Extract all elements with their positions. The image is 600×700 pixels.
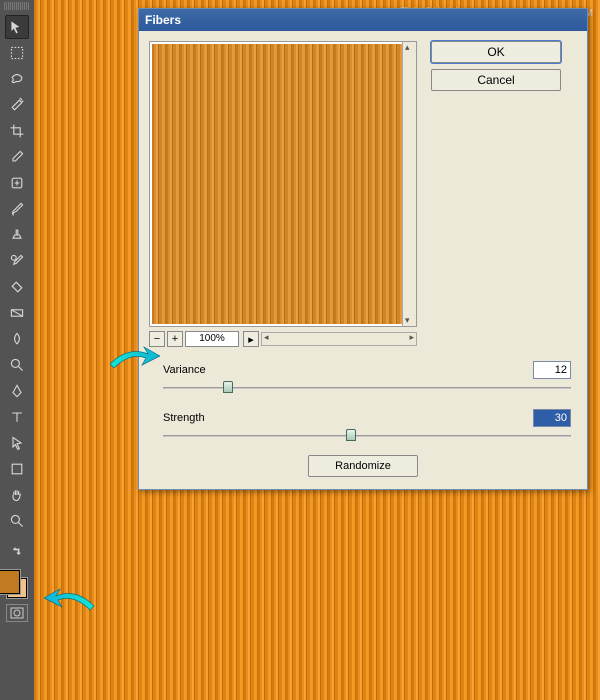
history-brush-tool[interactable] bbox=[5, 249, 29, 273]
gradient-tool[interactable] bbox=[5, 301, 29, 325]
dialog-title: Fibers bbox=[145, 13, 181, 27]
magic-wand-tool[interactable] bbox=[5, 93, 29, 117]
panel-grip[interactable] bbox=[4, 2, 30, 10]
hand-tool[interactable] bbox=[5, 483, 29, 507]
quick-mask-toggle[interactable] bbox=[6, 604, 28, 622]
spot-heal-tool[interactable] bbox=[5, 171, 29, 195]
preview-v-scrollbar[interactable] bbox=[402, 42, 416, 326]
zoom-in-button[interactable]: + bbox=[167, 331, 183, 347]
fg-bg-swap-icon[interactable] bbox=[5, 539, 29, 563]
eyedropper-tool[interactable] bbox=[5, 145, 29, 169]
zoom-out-button[interactable]: − bbox=[149, 331, 165, 347]
variance-label: Variance bbox=[163, 364, 533, 376]
move-tool[interactable] bbox=[5, 15, 29, 39]
zoom-value[interactable]: 100% bbox=[185, 331, 239, 347]
type-tool[interactable] bbox=[5, 405, 29, 429]
blur-tool[interactable] bbox=[5, 327, 29, 351]
strength-slider[interactable] bbox=[163, 429, 571, 443]
marquee-tool[interactable] bbox=[5, 41, 29, 65]
shape-tool[interactable] bbox=[5, 457, 29, 481]
cancel-button[interactable]: Cancel bbox=[431, 69, 561, 91]
strength-thumb[interactable] bbox=[346, 429, 356, 441]
fibers-dialog: Fibers − + 100% ▸ OK Cancel bbox=[138, 8, 588, 490]
preview-texture bbox=[152, 44, 402, 324]
strength-label: Strength bbox=[163, 412, 533, 424]
dodge-tool[interactable] bbox=[5, 353, 29, 377]
zoom-menu-button[interactable]: ▸ bbox=[243, 331, 259, 347]
path-select-tool[interactable] bbox=[5, 431, 29, 455]
variance-slider[interactable] bbox=[163, 381, 571, 395]
foreground-color-swatch[interactable] bbox=[0, 570, 20, 594]
preview-h-scrollbar[interactable] bbox=[261, 332, 417, 346]
randomize-button[interactable]: Randomize bbox=[308, 455, 418, 477]
ok-button[interactable]: OK bbox=[431, 41, 561, 63]
dialog-preview[interactable] bbox=[149, 41, 417, 327]
color-swatches[interactable] bbox=[3, 570, 31, 598]
variance-input[interactable] bbox=[533, 361, 571, 379]
lasso-tool[interactable] bbox=[5, 67, 29, 91]
tools-panel bbox=[0, 0, 34, 700]
zoom-tool[interactable] bbox=[5, 509, 29, 533]
clone-stamp-tool[interactable] bbox=[5, 223, 29, 247]
brush-tool[interactable] bbox=[5, 197, 29, 221]
pen-tool[interactable] bbox=[5, 379, 29, 403]
dialog-titlebar[interactable]: Fibers bbox=[139, 9, 587, 31]
crop-tool[interactable] bbox=[5, 119, 29, 143]
variance-thumb[interactable] bbox=[223, 381, 233, 393]
strength-input[interactable] bbox=[533, 409, 571, 427]
eraser-tool[interactable] bbox=[5, 275, 29, 299]
